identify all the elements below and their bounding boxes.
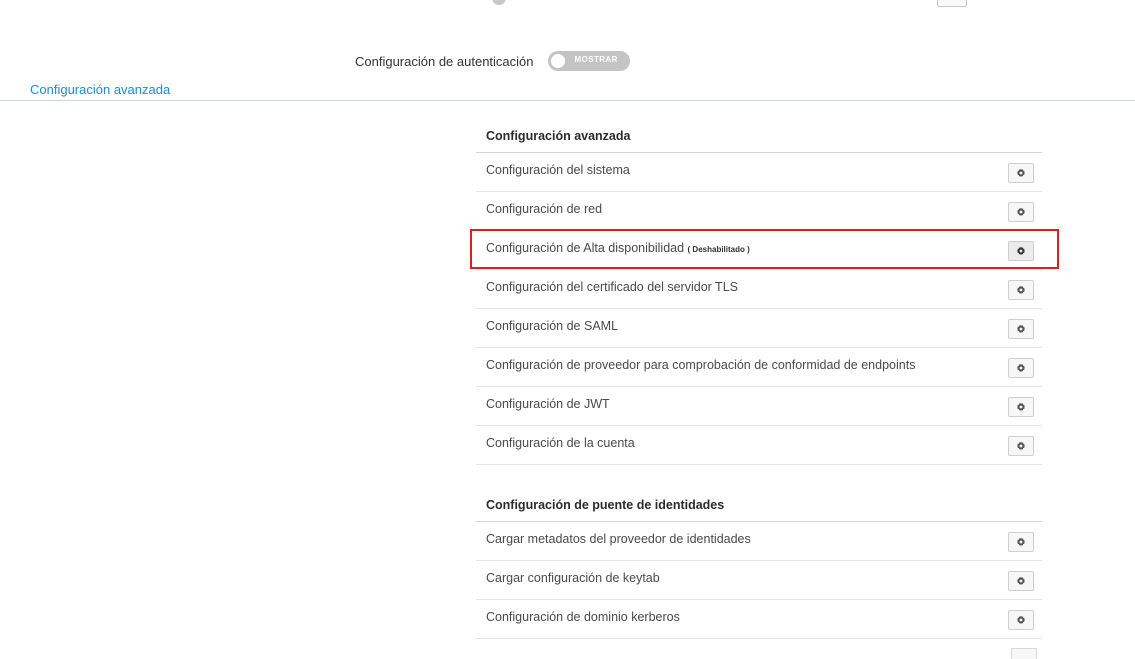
row-system-config: Configuración del sistema bbox=[476, 153, 1042, 192]
settings-button[interactable] bbox=[1008, 397, 1034, 417]
settings-button[interactable] bbox=[1008, 571, 1034, 591]
row-label: Configuración de dominio kerberos bbox=[486, 610, 680, 624]
row-label: Configuración de Alta disponibilidad bbox=[486, 241, 685, 255]
row-label: Configuración de SAML bbox=[486, 319, 619, 333]
settings-panel: Configuración avanzada Configuración del… bbox=[476, 120, 1042, 639]
row-label: Configuración de la cuenta bbox=[486, 436, 635, 450]
gear-icon bbox=[1016, 168, 1026, 178]
gear-icon bbox=[1016, 207, 1026, 217]
auth-settings-row: Configuración de autenticación MOSTRAR bbox=[355, 51, 630, 71]
row-network-config: Configuración de red bbox=[476, 192, 1042, 231]
settings-button[interactable] bbox=[1008, 202, 1034, 222]
settings-button[interactable] bbox=[1008, 532, 1034, 552]
group-header-advanced: Configuración avanzada bbox=[476, 120, 1042, 153]
gear-icon bbox=[1016, 402, 1026, 412]
gear-icon bbox=[1016, 363, 1026, 373]
row-endpoint-compliance-config: Configuración de proveedor para comproba… bbox=[476, 348, 1042, 387]
settings-button[interactable] bbox=[1008, 163, 1034, 183]
row-high-availability-config: Configuración de Alta disponibilidad ( D… bbox=[476, 231, 1042, 270]
gear-icon bbox=[1016, 537, 1026, 547]
gear-icon bbox=[1016, 615, 1026, 625]
section-divider bbox=[0, 100, 1135, 101]
settings-button[interactable] bbox=[1008, 280, 1034, 300]
row-upload-keytab: Cargar configuración de keytab bbox=[476, 561, 1042, 600]
gear-icon bbox=[1016, 246, 1026, 256]
toggle-label: MOSTRAR bbox=[574, 55, 618, 64]
settings-button[interactable] bbox=[1008, 241, 1034, 261]
gear-icon bbox=[1016, 285, 1026, 295]
gear-icon bbox=[1016, 576, 1026, 586]
show-toggle[interactable]: MOSTRAR bbox=[547, 51, 630, 71]
row-jwt-config: Configuración de JWT bbox=[476, 387, 1042, 426]
auth-settings-label: Configuración de autenticación bbox=[355, 53, 534, 69]
settings-button[interactable] bbox=[1008, 610, 1034, 630]
group-header-identity-bridge: Configuración de puente de identidades bbox=[476, 489, 1042, 522]
status-disabled: ( Deshabilitado ) bbox=[687, 245, 750, 254]
gear-icon bbox=[1016, 324, 1026, 334]
settings-button[interactable] bbox=[1008, 358, 1034, 378]
settings-button[interactable] bbox=[1008, 319, 1034, 339]
settings-button[interactable] bbox=[1008, 436, 1034, 456]
row-label: Configuración de proveedor para comproba… bbox=[486, 358, 916, 372]
row-label: Cargar metadatos del proveedor de identi… bbox=[486, 532, 751, 546]
row-kerberos-domain-config: Configuración de dominio kerberos bbox=[476, 600, 1042, 639]
row-label: Configuración de red bbox=[486, 202, 603, 216]
row-account-config: Configuración de la cuenta bbox=[476, 426, 1042, 465]
toggle-knob bbox=[550, 54, 565, 68]
row-upload-idp-metadata: Cargar metadatos del proveedor de identi… bbox=[476, 522, 1042, 561]
row-label: Configuración del certificado del servid… bbox=[486, 280, 738, 294]
row-label: Cargar configuración de keytab bbox=[486, 571, 660, 585]
partial-icon bbox=[492, 0, 506, 5]
row-tls-certificate-config: Configuración del certificado del servid… bbox=[476, 270, 1042, 309]
top-partial-row bbox=[460, 0, 980, 7]
row-label: Configuración de JWT bbox=[486, 397, 610, 411]
row-saml-config: Configuración de SAML bbox=[476, 309, 1042, 348]
row-label: Configuración del sistema bbox=[486, 163, 630, 177]
partial-button[interactable] bbox=[937, 0, 967, 7]
advanced-settings-link[interactable]: Configuración avanzada bbox=[30, 82, 170, 97]
gear-icon bbox=[1016, 441, 1026, 451]
